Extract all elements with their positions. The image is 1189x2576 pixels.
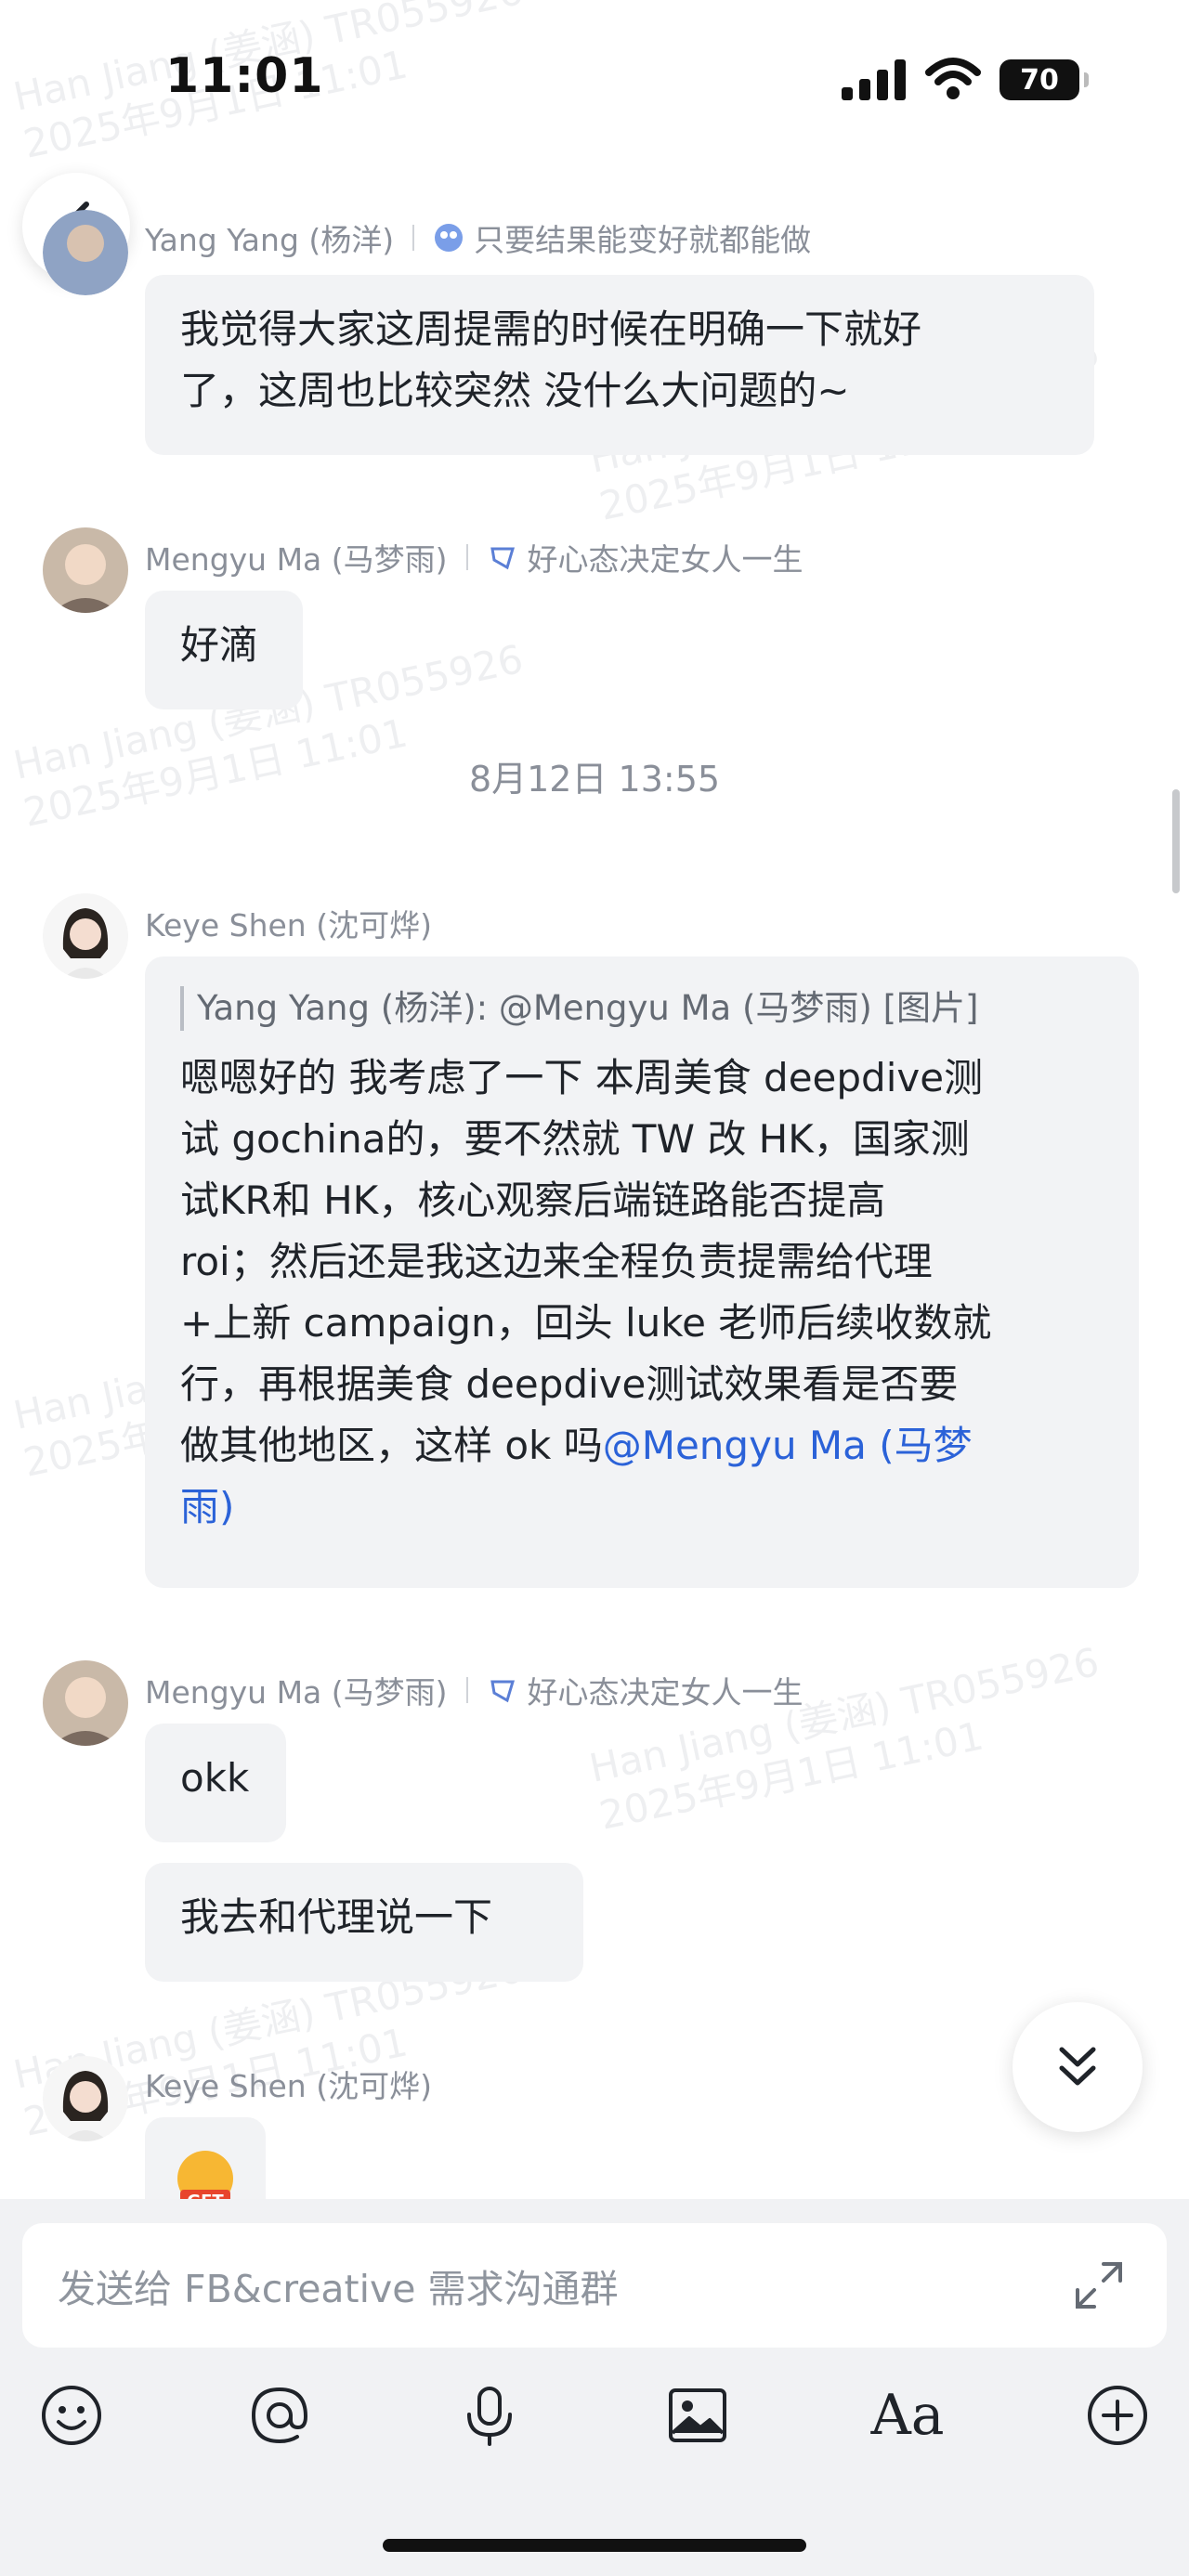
status-time: 11:01 xyxy=(165,48,324,104)
message-line: 雨) xyxy=(180,1477,1104,1538)
sender-name[interactable]: Mengyu Ma (马梦雨) xyxy=(145,1668,448,1712)
message-bubble[interactable]: okk xyxy=(145,1724,286,1842)
signature-text: 好心态决定女人一生 xyxy=(527,1674,804,1711)
double-chevron-down-icon xyxy=(1059,2047,1096,2086)
avatar-image xyxy=(43,893,128,979)
expand-icon xyxy=(1076,2262,1122,2309)
sender-name-row: Keye Shen (沈可烨) xyxy=(145,901,432,945)
avatar[interactable] xyxy=(43,1660,128,1746)
avatar-image xyxy=(43,527,128,613)
message-bubble[interactable]: 好滴 xyxy=(145,591,303,709)
scrollbar-thumb[interactable] xyxy=(1172,789,1180,893)
message-line: 试KR和 HK，核心观察后端链路能否提高 xyxy=(180,1177,886,1223)
microphone-icon xyxy=(467,2387,512,2446)
sticker-image: GET xyxy=(177,2151,233,2210)
emoji-icon xyxy=(42,2386,101,2445)
message-line: okk xyxy=(180,1755,250,1801)
mention-link[interactable]: 雨) xyxy=(180,1484,234,1529)
sender-name[interactable]: Keye Shen (沈可烨) xyxy=(145,901,432,945)
add-button[interactable] xyxy=(1078,2375,1157,2455)
message-bubble[interactable]: Yang Yang (杨洋): @Mengyu Ma (马梦雨) [图片] 嗯嗯… xyxy=(145,956,1139,1588)
message-line: 我去和代理说一下 xyxy=(180,1894,493,1940)
sticker-message[interactable]: GET xyxy=(145,2117,266,2210)
quoted-reply[interactable]: Yang Yang (杨洋): @Mengyu Ma (马梦雨) [图片] xyxy=(180,986,1104,1031)
signal-icon xyxy=(842,59,906,100)
wifi-icon xyxy=(925,58,981,99)
avatar-image xyxy=(43,2056,128,2141)
avatar[interactable] xyxy=(43,527,128,613)
image-icon xyxy=(669,2388,726,2442)
message-line: 好滴 xyxy=(180,622,259,668)
avatar[interactable] xyxy=(43,2056,128,2141)
signature-text: 只要结果能变好就都能做 xyxy=(474,222,812,258)
image-button[interactable] xyxy=(658,2375,738,2455)
message-line: roi；然后还是我这边来全程负责提需给代理 xyxy=(180,1239,933,1284)
mention-icon xyxy=(251,2387,308,2444)
mention-button[interactable] xyxy=(240,2375,320,2455)
message-line: 行，再根据美食 deepdive测试效果看是否要 xyxy=(180,1361,959,1407)
divider xyxy=(465,544,468,570)
avatar[interactable] xyxy=(43,210,128,295)
message-line: 嗯嗯好的 我考虑了一下 本周美食 deepdive测 xyxy=(180,1055,984,1100)
add-icon xyxy=(1088,2386,1147,2445)
avatar-image xyxy=(43,1660,128,1746)
message-line: 了，这周也比较突然 没什么大问题的~ xyxy=(180,368,850,413)
sender-name[interactable]: Yang Yang (杨洋) xyxy=(145,215,394,260)
message-line: 试 gochina的，要不然就 TW 改 HK，国家测 xyxy=(180,1116,970,1162)
message-bubble[interactable]: 我觉得大家这周提需的时候在明确一下就好 了，这周也比较突然 没什么大问题的~ xyxy=(145,275,1094,455)
message-line: 做其他地区，这样 ok 吗@Mengyu Ma (马梦 xyxy=(180,1423,973,1468)
home-indicator xyxy=(383,2539,806,2552)
divider xyxy=(412,225,415,251)
avatar[interactable] xyxy=(43,893,128,979)
message-line: +上新 campaign，回头 luke 老师后续收数就 xyxy=(180,1300,992,1346)
sender-name-row: Mengyu Ma (马梦雨) 好心态决定女人一生 xyxy=(145,535,804,579)
divider xyxy=(465,1677,468,1703)
sender-name-row: Mengyu Ma (马梦雨) 好心态决定女人一生 xyxy=(145,1668,804,1712)
mention-link[interactable]: @Mengyu Ma (马梦 xyxy=(603,1423,973,1468)
battery-indicator: 70 xyxy=(1000,59,1089,100)
text-format-button[interactable]: Aa xyxy=(868,2375,947,2455)
sender-name-row: Yang Yang (杨洋) 只要结果能变好就都能做 xyxy=(145,215,811,260)
voice-button[interactable] xyxy=(450,2375,529,2455)
expand-button[interactable] xyxy=(1068,2255,1130,2316)
signature-icon xyxy=(490,547,515,570)
avatar-image xyxy=(43,210,128,295)
message-input[interactable]: 发送给 FB&creative 需求沟通群 xyxy=(22,2223,1167,2348)
scroll-to-bottom-button[interactable] xyxy=(1013,2002,1143,2132)
signature-icon xyxy=(490,1680,515,1703)
sender-name[interactable]: Mengyu Ma (马梦雨) xyxy=(145,535,448,579)
text-format-icon: Aa xyxy=(870,2383,945,2448)
signature-icon xyxy=(435,224,464,252)
timestamp-divider: 8月12日 13:55 xyxy=(468,759,721,800)
message-line: 我觉得大家这周提需的时候在明确一下就好 xyxy=(180,306,922,352)
message-bubble[interactable]: 我去和代理说一下 xyxy=(145,1863,583,1982)
input-placeholder: 发送给 FB&creative 需求沟通群 xyxy=(58,2267,619,2311)
signature-text: 好心态决定女人一生 xyxy=(527,541,804,578)
emoji-button[interactable] xyxy=(32,2375,111,2455)
sender-name[interactable]: Keye Shen (沈可烨) xyxy=(145,2062,432,2106)
sender-name-row: Keye Shen (沈可烨) xyxy=(145,2062,432,2106)
